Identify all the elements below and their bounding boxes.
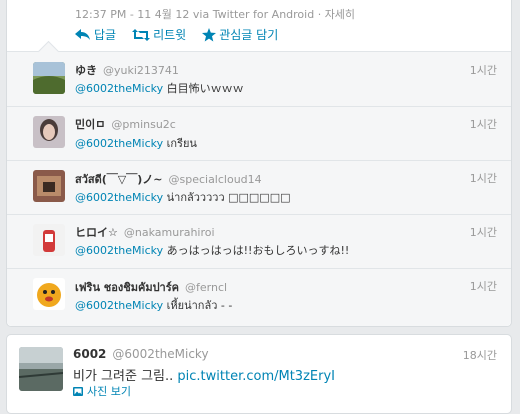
reply-text: @6002theMicky あっはっはっは!!おもしろいっすね!!: [75, 244, 350, 257]
reply-author[interactable]: ヒロイ☆ @nakamurahiroi: [75, 224, 215, 240]
reply-text: @6002theMicky น่ากลัววววว □□□□□□: [75, 191, 291, 204]
avatar[interactable]: [33, 116, 65, 148]
mention-link[interactable]: @6002theMicky: [75, 191, 163, 204]
list-item[interactable]: สวัสดี(￣▽￣)ノ~ @specialcloud14 1시간 @6002th…: [7, 160, 511, 215]
view-photo-link[interactable]: 사진 보기: [73, 383, 131, 399]
reply-text: @6002theMicky 白目怖いｗｗｗ: [75, 82, 244, 95]
tweet-item[interactable]: 6002 @6002theMicky 18시간 비가 그려준 그림.. pic.t…: [6, 334, 512, 414]
avatar[interactable]: [33, 170, 65, 202]
retweet-icon: [132, 28, 151, 41]
reply-icon: [75, 28, 90, 40]
reply-time[interactable]: 1시간: [470, 224, 497, 240]
tweet-actions: 답글 리트윗 관심글 담기: [75, 26, 278, 43]
list-item[interactable]: เฟริน ชองชิมคัมปาร์ค @ferncl 1시간 @6002the…: [7, 268, 511, 322]
tweet-author[interactable]: 6002 @6002theMicky: [73, 347, 209, 361]
reply-handle[interactable]: @ferncl: [185, 281, 227, 294]
star-icon: [202, 27, 217, 41]
reply-label: 답글: [94, 28, 117, 42]
tweet-meta: 12:37 PM - 11 4월 12 via Twitter for Andr…: [75, 8, 356, 21]
reply-author[interactable]: ゆき @yuki213741: [75, 62, 179, 78]
reply-button[interactable]: 답글: [75, 26, 116, 43]
list-item[interactable]: 민이ㅁ @pminsu2c 1시간 @6002theMicky เกรียน: [7, 106, 511, 161]
reply-author[interactable]: เฟริน ชองชิมคัมปาร์ค @ferncl: [75, 278, 227, 296]
tweet-time[interactable]: 18시간: [463, 347, 497, 363]
reply-time[interactable]: 1시간: [470, 116, 497, 132]
list-item[interactable]: ヒロイ☆ @nakamurahiroi 1시간 @6002theMicky あっは…: [7, 214, 511, 269]
reply-time[interactable]: 1시간: [470, 62, 497, 78]
retweet-button[interactable]: 리트윗: [132, 26, 186, 43]
avatar[interactable]: [33, 62, 65, 94]
view-photo-label: 사진 보기: [87, 385, 131, 398]
reply-text: @6002theMicky เกรียน: [75, 137, 197, 150]
favorite-button[interactable]: 관심글 담기: [202, 26, 278, 43]
reply-handle[interactable]: @yuki213741: [103, 64, 179, 77]
tweet-handle[interactable]: @6002theMicky: [112, 347, 208, 361]
reply-handle[interactable]: @specialcloud14: [168, 173, 261, 186]
mention-link[interactable]: @6002theMicky: [75, 244, 163, 257]
mention-link[interactable]: @6002theMicky: [75, 299, 163, 312]
avatar[interactable]: [19, 347, 63, 391]
tweet-detail-panel: 12:37 PM - 11 4월 12 via Twitter for Andr…: [6, 0, 512, 327]
favorite-label: 관심글 담기: [219, 28, 279, 42]
replies-list: ゆき @yuki213741 1시간 @6002theMicky 白目怖いｗｗｗ …: [7, 40, 511, 326]
reply-time[interactable]: 1시간: [470, 170, 497, 186]
reply-handle[interactable]: @pminsu2c: [111, 118, 175, 131]
reply-text: @6002theMicky เหี้ยน่ากลัว - -: [75, 299, 233, 312]
tweet-text: 비가 그려준 그림.. pic.twitter.com/Mt3zEryI: [73, 369, 335, 384]
avatar[interactable]: [33, 224, 65, 256]
mention-link[interactable]: @6002theMicky: [75, 137, 163, 150]
reply-time[interactable]: 1시간: [470, 278, 497, 294]
photo-icon: [73, 386, 83, 396]
retweet-label: 리트윗: [153, 28, 187, 42]
reply-author[interactable]: สวัสดี(￣▽￣)ノ~ @specialcloud14: [75, 170, 262, 188]
avatar[interactable]: [33, 278, 65, 310]
mention-link[interactable]: @6002theMicky: [75, 82, 163, 95]
reply-author[interactable]: 민이ㅁ @pminsu2c: [75, 116, 176, 132]
reply-handle[interactable]: @nakamurahiroi: [124, 226, 215, 239]
list-item[interactable]: ゆき @yuki213741 1시간 @6002theMicky 白目怖いｗｗｗ: [7, 52, 511, 107]
pic-link[interactable]: pic.twitter.com/Mt3zEryI: [177, 369, 335, 384]
